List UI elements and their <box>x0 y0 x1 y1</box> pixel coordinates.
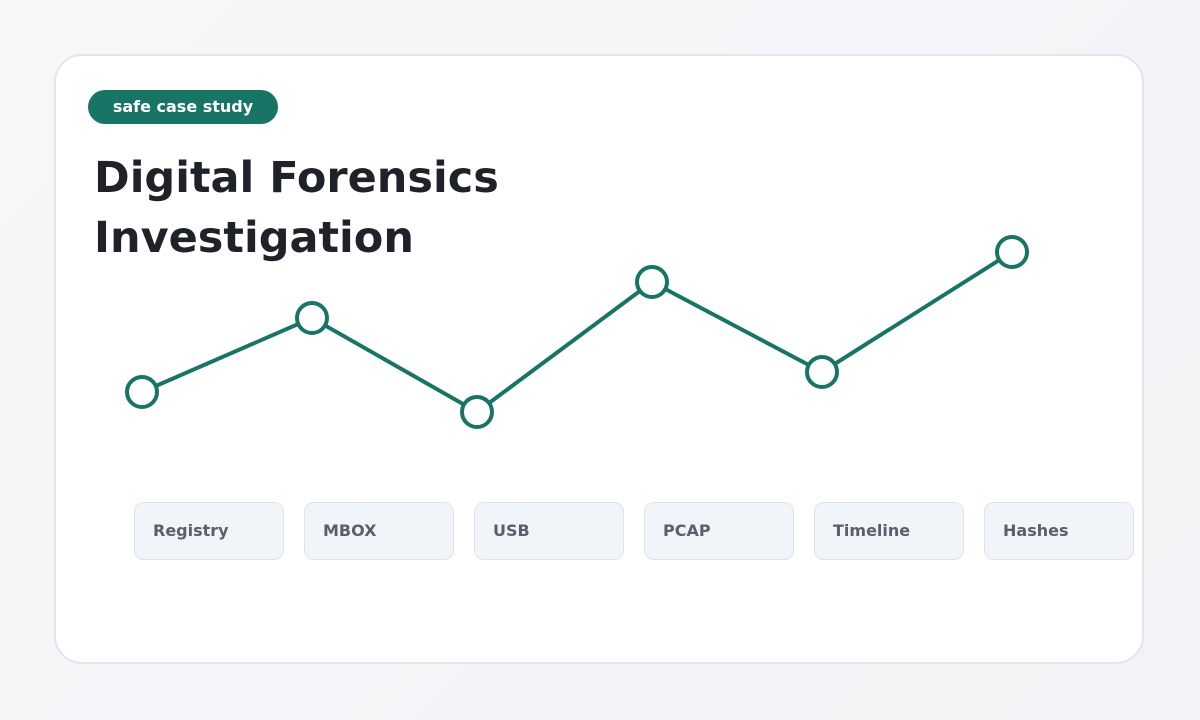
chip-timeline[interactable]: Timeline <box>814 502 964 560</box>
trend-point <box>295 301 329 335</box>
page-title: Digital Forensics Investigation <box>94 148 614 268</box>
case-study-card: safe case study Digital Forensics Invest… <box>54 54 1144 664</box>
chip-hashes[interactable]: Hashes <box>984 502 1134 560</box>
trend-point <box>460 395 494 429</box>
trend-line <box>140 250 1014 414</box>
case-study-badge: safe case study <box>88 90 278 124</box>
trend-point <box>805 355 839 389</box>
artifact-chip-row: Registry MBOX USB PCAP Timeline Hashes <box>134 502 1136 560</box>
trend-point <box>995 235 1029 269</box>
trend-point <box>125 375 159 409</box>
title-line-1: Digital Forensics <box>94 153 499 203</box>
title-line-2: Investigation <box>94 213 414 263</box>
chip-usb[interactable]: USB <box>474 502 624 560</box>
trend-point <box>635 265 669 299</box>
chip-mbox[interactable]: MBOX <box>304 502 454 560</box>
chip-registry[interactable]: Registry <box>134 502 284 560</box>
chip-pcap[interactable]: PCAP <box>644 502 794 560</box>
